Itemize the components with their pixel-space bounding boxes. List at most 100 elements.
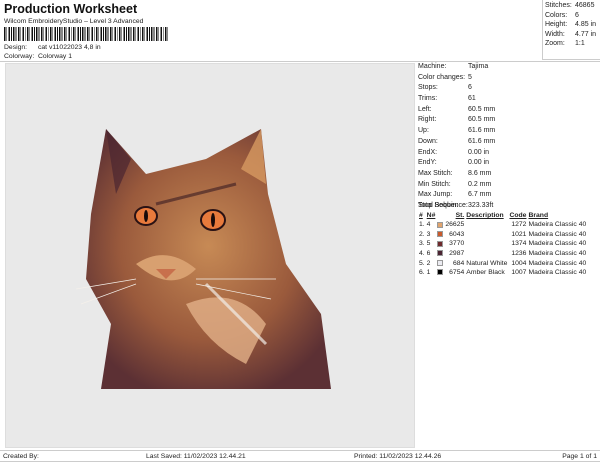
- stitches: 6043: [449, 230, 465, 238]
- brand: Madeira Classic 40: [528, 240, 587, 248]
- machine-param-row: Max Stitch: 8.6 mm: [416, 170, 600, 181]
- brand: Madeira Classic 40: [528, 250, 587, 258]
- created-by: Created By:: [3, 453, 39, 460]
- stat-label: Zoom:: [545, 40, 565, 48]
- machine-param-row: Down: 61.6 mm: [416, 138, 600, 149]
- param-label: Max Stitch:: [418, 169, 453, 177]
- description: [465, 239, 508, 249]
- printed: Printed: 11/02/2023 12.44.26: [354, 453, 442, 460]
- param-value: 6: [468, 84, 472, 92]
- swatch-cell: [436, 268, 444, 278]
- stitches: 26625: [445, 221, 465, 229]
- param-value: 6.7 mm: [468, 191, 492, 199]
- machine-info-panel: Machine: Tajima Color changes: 5 Stops: 6 Trim…: [416, 63, 600, 448]
- machine-params: Machine: Tajima Color changes: 5 Stops: 6 Trim…: [416, 63, 600, 213]
- stat-label: Colors:: [545, 11, 568, 19]
- stat-value: 6: [575, 11, 579, 19]
- stat-width: Width: 4.77 in: [545, 31, 598, 41]
- stat-colors: Colors: 6: [545, 12, 598, 22]
- stat-value: 4.85 in: [575, 21, 597, 29]
- color-swatch: [437, 269, 444, 276]
- param-label: Machine:: [418, 63, 447, 70]
- col-header: Description: [466, 212, 504, 219]
- barcode: [4, 27, 169, 41]
- stat-zoom: Zoom: 1:1: [545, 40, 598, 50]
- stat-stitches: Stitches: 46865: [545, 2, 598, 12]
- design-label: Design:: [4, 44, 28, 51]
- code: 1004: [511, 259, 527, 267]
- code: 1007: [511, 269, 527, 277]
- param-label: Stops:: [418, 84, 438, 92]
- param-value: 0.2 mm: [468, 180, 492, 188]
- color-swatch: [437, 240, 444, 247]
- description: Natural White: [466, 259, 508, 267]
- stop-sequence-title: Stop Sequence:: [418, 202, 468, 209]
- table-row: 6. 1 6754 Amber Black 1007 Madeira Classic 40: [418, 268, 587, 278]
- software-name: Wilcom EmbroideryStudio – Level 3 Advanc…: [4, 18, 144, 25]
- description: [465, 230, 508, 240]
- last-saved: Last Saved: 11/02/2023 12.44.21: [146, 453, 246, 460]
- color-swatch: [437, 231, 444, 238]
- stop-number: 2.: [419, 230, 425, 238]
- swatch-cell: [436, 258, 444, 268]
- machine-param-row: Machine: Tajima: [416, 63, 600, 74]
- swatch-cell: [436, 249, 444, 259]
- needle: 4: [426, 221, 431, 229]
- table-row: 1. 4 26625 1272 Madeira Classic 40: [418, 220, 587, 230]
- description: [465, 220, 508, 230]
- table-row: 4. 6 2987 1236 Madeira Classic 40: [418, 249, 587, 259]
- description: Amber Black: [466, 269, 505, 277]
- param-value: 60.5 mm: [468, 105, 496, 113]
- stat-label: Stitches:: [545, 2, 572, 9]
- col-header: St.: [455, 212, 465, 219]
- param-value: 61: [468, 95, 476, 103]
- param-value: 0.00 in: [468, 159, 490, 167]
- swatch-cell: [436, 220, 444, 230]
- stitches: 3770: [449, 240, 465, 248]
- param-label: EndX:: [418, 148, 438, 156]
- needle: 2: [426, 259, 431, 267]
- param-label: Color changes:: [418, 73, 466, 81]
- col-header: N#: [426, 212, 436, 219]
- description: [465, 249, 508, 259]
- param-value: 61.6 mm: [468, 127, 496, 135]
- colorway-value: Colorway 1: [38, 53, 72, 60]
- param-value: 5: [468, 73, 472, 81]
- stat-height: Height: 4.85 in: [545, 21, 598, 31]
- stat-value: 4.77 in: [575, 30, 597, 38]
- col-header: Code: [509, 212, 527, 219]
- machine-param-row: Stops: 6: [416, 84, 600, 95]
- stop-sequence: Stop Sequence: # N# St. Description Code…: [416, 202, 598, 278]
- param-value: Tajima: [468, 63, 489, 70]
- machine-param-row: EndX: 0.00 in: [416, 149, 600, 160]
- needle: 5: [426, 240, 431, 248]
- param-label: EndY:: [418, 159, 437, 167]
- brand: Madeira Classic 40: [528, 269, 587, 277]
- machine-param-row: Trims: 61: [416, 95, 600, 106]
- stitches: 2987: [449, 250, 465, 258]
- machine-param-row: Up: 61.6 mm: [416, 127, 600, 138]
- stop-number: 4.: [419, 250, 425, 258]
- brand: Madeira Classic 40: [528, 230, 587, 238]
- machine-param-row: Color changes: 5: [416, 74, 600, 85]
- needle: 3: [426, 230, 431, 238]
- code: 1374: [511, 240, 527, 248]
- swatch-cell: [436, 239, 444, 249]
- page-title: Production Worksheet: [4, 2, 138, 16]
- param-value: 8.6 mm: [468, 169, 492, 177]
- color-swatch: [437, 259, 444, 266]
- stats-box: Stitches: 46865 Colors: 6 Height: 4.85 in W…: [542, 0, 600, 60]
- param-value: 0.00 in: [468, 148, 490, 156]
- param-label: Min Stitch:: [418, 180, 451, 188]
- stat-label: Height:: [545, 21, 568, 29]
- design-preview: [5, 63, 415, 448]
- divider: [0, 61, 600, 62]
- table-row: 5. 2 684 Natural White 1004 Madeira Classic 4…: [418, 258, 587, 268]
- stitches: 6754: [449, 269, 465, 277]
- colorway-label: Colorway:: [4, 53, 35, 60]
- param-label: Max Jump:: [418, 191, 453, 199]
- param-value: 60.5 mm: [468, 116, 496, 124]
- design-value: cat v11022023 4,8 in: [38, 44, 101, 51]
- table-row: 2. 3 6043 1021 Madeira Classic 40: [418, 230, 587, 240]
- code: 1272: [511, 221, 527, 229]
